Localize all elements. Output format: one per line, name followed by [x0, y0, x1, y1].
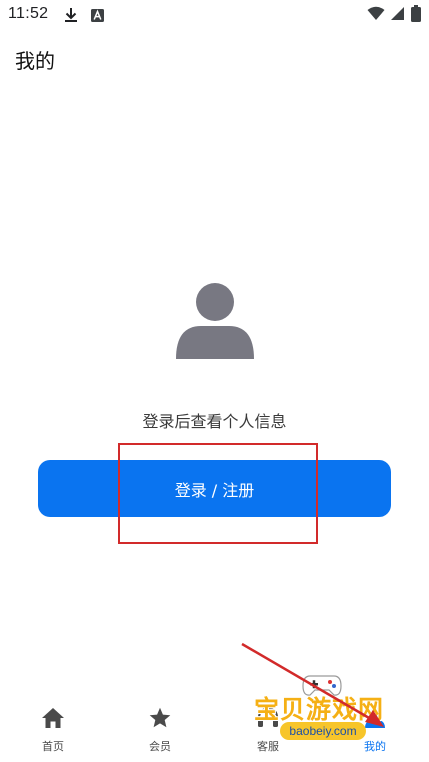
nav-item-vip[interactable]: 会员	[130, 707, 190, 754]
status-time: 11:52	[8, 5, 49, 22]
headset-icon	[238, 707, 298, 729]
nav-label-home: 首页	[42, 740, 64, 753]
bottom-nav: 首页 会员 客服 我的	[0, 695, 429, 762]
nav-item-mine[interactable]: 我的	[345, 707, 405, 754]
a-badge-icon	[91, 7, 104, 26]
page-title: 我的	[15, 49, 55, 73]
person-icon	[345, 707, 405, 729]
wifi-icon	[367, 6, 385, 25]
nav-label-mine: 我的	[364, 740, 386, 753]
user-avatar-icon	[175, 282, 255, 360]
login-prompt: 登录后查看个人信息	[142, 412, 287, 431]
home-icon	[23, 707, 83, 729]
nav-item-home[interactable]: 首页	[23, 707, 83, 754]
nav-label-service: 客服	[257, 740, 279, 753]
signal-icon	[389, 6, 405, 25]
download-icon	[64, 7, 78, 27]
status-bar: 11:52	[0, 0, 429, 30]
battery-icon	[411, 5, 421, 26]
nav-label-vip: 会员	[149, 740, 171, 753]
star-icon	[130, 707, 190, 729]
login-register-button[interactable]: 登录 / 注册	[38, 460, 391, 517]
nav-item-service[interactable]: 客服	[238, 707, 298, 754]
